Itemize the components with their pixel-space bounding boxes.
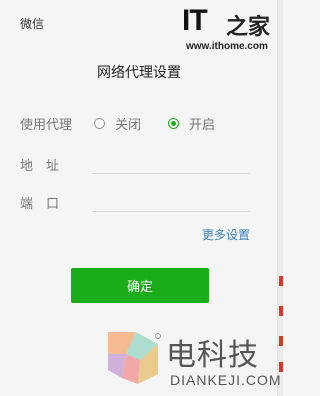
proxy-label: 使用代理 — [20, 118, 73, 133]
proxy-on-label: 开启 — [189, 118, 216, 133]
app-name: 微信 — [20, 17, 45, 31]
address-input[interactable] — [92, 151, 250, 174]
proxy-on-radio[interactable]: 开启 — [168, 114, 215, 133]
radio-checked-icon — [168, 118, 179, 129]
port-input[interactable] — [92, 189, 250, 212]
watermark-cn-text: 电科技 — [166, 338, 259, 373]
ithome-watermark-logo: IT 之家 www.ithome.com — [182, 4, 271, 52]
port-label: 端 口 — [20, 197, 60, 212]
diankeji-watermark: 电科技 DIANKEJI.COM — [100, 330, 282, 396]
more-settings-link[interactable]: 更多设置 — [202, 226, 250, 243]
confirm-button[interactable]: 确定 — [71, 268, 209, 303]
diankeji-logo-icon — [108, 332, 161, 384]
watermark-en-text: DIANKEJI.COM — [170, 372, 282, 388]
proxy-off-label: 关闭 — [115, 118, 142, 133]
proxy-off-radio[interactable]: 关闭 — [94, 114, 141, 133]
radio-circle-icon — [94, 118, 105, 129]
address-label: 地 址 — [20, 159, 60, 174]
dialog-title: 网络代理设置 — [97, 65, 181, 81]
ithome-url: www.ithome.com — [186, 41, 268, 52]
